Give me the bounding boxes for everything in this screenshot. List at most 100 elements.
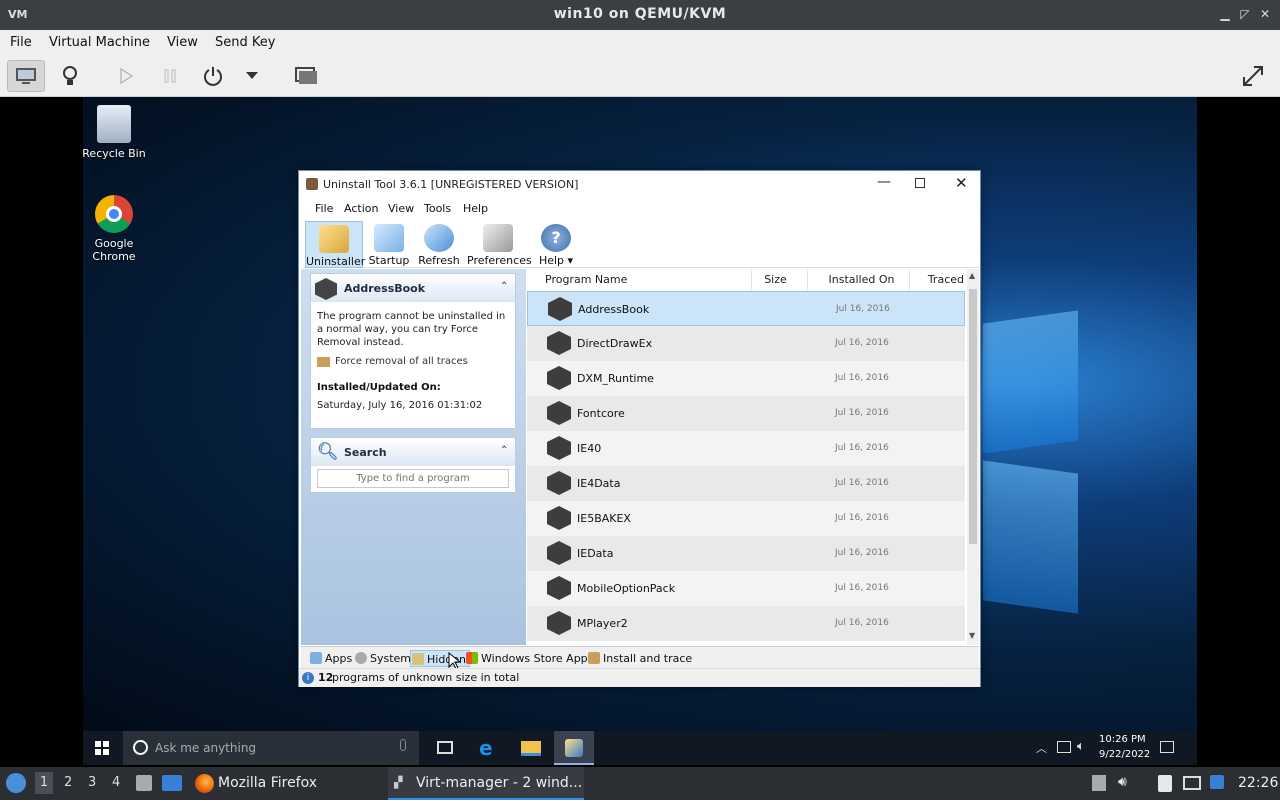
update-icon[interactable]	[1210, 775, 1224, 789]
workspace-3[interactable]: 3	[88, 775, 96, 790]
pause-icon[interactable]	[151, 60, 189, 92]
virt-manager-taskbar-button[interactable]: ▞ Virt-manager - 2 wind...	[388, 767, 584, 800]
menu-virtual-machine[interactable]: Virtual Machine	[49, 35, 150, 50]
preferences-button[interactable]: Preferences	[467, 221, 532, 268]
tab-label: Install and trace	[603, 652, 693, 665]
desktop-icon-recycle-bin[interactable]: Recycle Bin	[83, 105, 149, 160]
ut-menu-view[interactable]: View	[388, 202, 414, 215]
menu-send-key[interactable]: Send Key	[215, 35, 275, 50]
tab-label: System	[370, 652, 412, 665]
package-box-icon	[547, 401, 571, 425]
tray-chevron-icon[interactable]: ︿	[1036, 740, 1047, 756]
scroll-up-icon[interactable]: ▲	[969, 271, 975, 280]
ut-maximize-icon[interactable]	[915, 178, 925, 188]
program-row[interactable]: MobileOptionPack Jul 16, 2016	[527, 571, 965, 606]
clipboard-icon[interactable]	[1158, 775, 1172, 792]
ut-menu-tools[interactable]: Tools	[424, 202, 451, 215]
vm-menubar: File Virtual Machine View Send Key	[0, 30, 1280, 56]
workspace-1[interactable]: 1	[35, 772, 53, 794]
startup-button[interactable]: Startup	[365, 221, 413, 268]
host-panel: 1 2 3 4 Mozilla Firefox ▞ Virt-manager -…	[0, 767, 1280, 800]
ut-menu-help[interactable]: Help	[463, 202, 488, 215]
tab-apps[interactable]: Apps	[309, 650, 352, 667]
ut-minimize-icon[interactable]: —	[877, 174, 891, 190]
program-installed-date: Jul 16, 2016	[835, 618, 889, 628]
program-name: MobileOptionPack	[577, 582, 676, 595]
ut-menu-file[interactable]: File	[315, 202, 333, 215]
workspace-4[interactable]: 4	[112, 775, 120, 790]
collapse-icon[interactable]: ⌃	[500, 445, 508, 456]
program-row[interactable]: MPlayer2 Jul 16, 2016	[527, 606, 965, 641]
installed-value: Saturday, July 16, 2016 01:31:02	[317, 400, 483, 411]
program-row[interactable]: IE40 Jul 16, 2016	[527, 431, 965, 466]
display-icon[interactable]	[1183, 776, 1201, 790]
program-row[interactable]: IE4Data Jul 16, 2016	[527, 466, 965, 501]
power-icon[interactable]	[194, 60, 232, 92]
desktop-icon-chrome[interactable]: Google Chrome	[83, 195, 149, 263]
close-icon[interactable]: ✕	[1258, 7, 1272, 21]
refresh-button[interactable]: Refresh	[415, 221, 463, 268]
installed-label: Installed/Updated On:	[317, 382, 441, 393]
program-row[interactable]: AddressBook Jul 16, 2016	[527, 291, 965, 326]
program-installed-date: Jul 16, 2016	[835, 373, 889, 383]
tab-install-and-trace[interactable]: Install and trace	[587, 650, 692, 667]
tray-app-icon[interactable]	[1092, 775, 1106, 791]
program-list-scrollbar[interactable]: ▲ ▼	[967, 269, 979, 645]
program-row[interactable]: Fontcore Jul 16, 2016	[527, 396, 965, 431]
volume-icon[interactable]: 🔊︎	[1118, 774, 1127, 790]
ut-menu-action[interactable]: Action	[344, 202, 378, 215]
program-row[interactable]: IE5BAKEX Jul 16, 2016	[527, 501, 965, 536]
workspace-2[interactable]: 2	[64, 775, 72, 790]
details-lightbulb-icon[interactable]	[51, 60, 89, 92]
network-icon[interactable]	[1057, 741, 1071, 753]
volume-icon[interactable]: 🔈︎	[1077, 739, 1085, 754]
scrollbar-thumb[interactable]	[969, 289, 977, 544]
cortana-icon	[133, 740, 148, 755]
action-center-icon[interactable]	[1160, 741, 1174, 753]
col-traced[interactable]: Traced	[910, 269, 967, 291]
col-installed-on[interactable]: Installed On	[808, 269, 910, 291]
firefox-taskbar-button[interactable]: Mozilla Firefox	[193, 767, 383, 800]
run-icon[interactable]	[107, 60, 145, 92]
microphone-icon[interactable]	[400, 739, 406, 751]
cortana-search-box[interactable]: Ask me anything	[123, 731, 419, 765]
help-button[interactable]: ? Help ▾	[533, 221, 579, 268]
dropdown-icon[interactable]	[233, 60, 271, 92]
desktop-icon[interactable]	[162, 775, 182, 791]
program-row[interactable]: IEData Jul 16, 2016	[527, 536, 965, 571]
program-row[interactable]: DirectDrawEx Jul 16, 2016	[527, 326, 965, 361]
col-program-name[interactable]: Program Name	[539, 269, 752, 291]
minimize-icon[interactable]: ▁	[1218, 7, 1232, 21]
uninstaller-button[interactable]: Uninstaller	[305, 221, 365, 268]
task-view-icon[interactable]	[437, 741, 453, 754]
scroll-down-icon[interactable]: ▼	[969, 631, 975, 640]
ut-close-icon[interactable]: ✕	[955, 174, 968, 192]
program-row[interactable]: DXM_Runtime Jul 16, 2016	[527, 361, 965, 396]
file-manager-icon[interactable]	[136, 775, 152, 791]
uninstall-tool-taskbar-button[interactable]	[554, 731, 594, 765]
tab-windows-store-apps[interactable]: Windows Store Apps	[465, 650, 593, 667]
search-panel: 🔍︎ Search ⌃	[310, 437, 516, 493]
distro-menu-icon[interactable]	[6, 773, 26, 793]
host-clock[interactable]: 22:26	[1238, 775, 1278, 791]
fullscreen-icon[interactable]	[1234, 60, 1272, 92]
edge-icon[interactable]: e	[479, 736, 493, 760]
collapse-icon[interactable]: ⌃	[500, 281, 508, 292]
file-explorer-icon[interactable]	[521, 741, 541, 756]
win10-clock-time[interactable]: 10:26 PM	[1099, 734, 1146, 745]
force-removal-link[interactable]: Force removal of all traces	[311, 349, 515, 367]
menu-view[interactable]: View	[167, 35, 198, 50]
tab-system[interactable]: System	[354, 650, 411, 667]
windows-start-icon[interactable]	[95, 741, 109, 755]
program-search-input[interactable]	[317, 469, 509, 488]
col-size[interactable]: Size	[752, 269, 808, 291]
tab-label: Hidden	[427, 653, 467, 666]
wallpaper-logo-pane	[983, 310, 1078, 454]
snapshot-icon[interactable]	[287, 60, 325, 92]
win10-clock-date[interactable]: 9/22/2022	[1099, 749, 1150, 760]
tab-hidden[interactable]: Hidden	[410, 650, 471, 667]
console-icon[interactable]	[7, 60, 45, 92]
maximize-icon[interactable]: ◸	[1238, 7, 1252, 21]
program-installed-date: Jul 16, 2016	[835, 548, 889, 558]
menu-file[interactable]: File	[10, 35, 32, 50]
